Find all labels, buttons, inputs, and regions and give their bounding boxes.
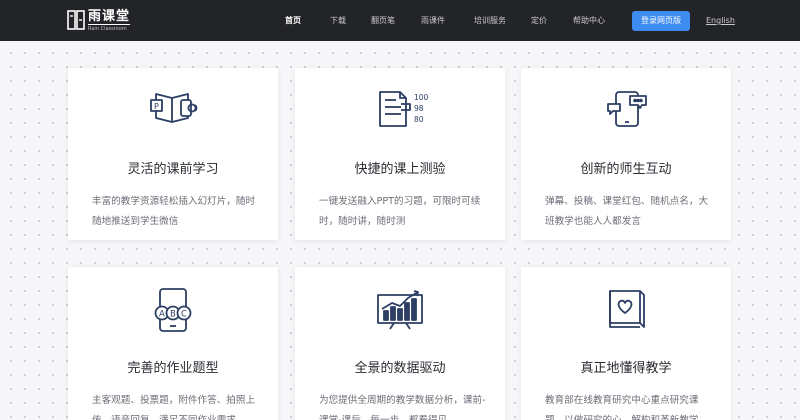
bar-chart-icon: [377, 290, 423, 330]
nav-help-center[interactable]: 帮助中心: [573, 15, 605, 27]
feature-card-in-class-quiz: 100 98 80 快捷的课上测验 一键发送融入PPT的习题，可限时可续时，随时…: [295, 68, 505, 240]
feature-title: 创新的师生互动: [580, 162, 672, 177]
quiz-document-icon: 100 98 80: [379, 91, 429, 127]
feature-card-pre-class: P 灵活的课前学习 丰富的教学资源轻松插入幻灯片，随时随地推送到学生微信: [68, 68, 278, 240]
feature-description: 一键发送融入PPT的习题，可限时可续时，随时讲，随时测: [319, 196, 481, 227]
feature-card-homework: A B C 完善的作业题型 主客观题、投票题，附件作答、拍照上传、语音回复，满足…: [68, 267, 278, 420]
phone-chat-icon: [607, 91, 647, 127]
nav-training-services[interactable]: 培训服务: [474, 15, 506, 27]
feature-title: 真正地懂得教学: [580, 361, 672, 376]
nav-clicker-pen[interactable]: 翻页笔: [371, 15, 395, 27]
feature-card-teaching: 真正地懂得教学 教育部在线教育研究中心重点研究课题，以做研究的心，解构和革新教学: [521, 267, 731, 420]
feature-description: 为您提供全周期的教学数据分析，课前-课堂-课后，每一步，都看得见: [319, 395, 486, 420]
feature-title: 灵活的课前学习: [127, 162, 219, 177]
heart-book-icon: [609, 290, 645, 328]
svg-text:A: A: [159, 310, 165, 320]
abc-choice-icon: A B C: [154, 288, 192, 332]
feature-description: 主客观题、投票题，附件作答、拍照上传、语音回复，满足不同作业需求: [92, 395, 256, 420]
nav-home[interactable]: 首页: [285, 15, 301, 27]
logo-wordmark: 雨课堂 Rain Classroom: [88, 9, 131, 33]
svg-text:P: P: [154, 102, 159, 111]
feature-title: 完善的作业题型: [127, 361, 219, 376]
feature-description: 弹幕、投稿、课堂红包、随机点名，大班教学也能人人都发言: [545, 196, 709, 227]
english-language-link[interactable]: English: [706, 15, 735, 27]
logo-mark-icon: [67, 10, 85, 30]
svg-text:C: C: [181, 310, 187, 320]
feature-card-data: 全景的数据驱动 为您提供全周期的教学数据分析，课前-课堂-课后，每一步，都看得见: [295, 267, 505, 420]
svg-text:80: 80: [414, 115, 424, 124]
feature-title: 快捷的课上测验: [354, 162, 446, 177]
svg-text:100: 100: [414, 93, 429, 102]
logo-english-text: Rain Classroom: [88, 24, 131, 33]
feature-card-interaction: 创新的师生互动 弹幕、投稿、课堂红包、随机点名，大班教学也能人人都发言: [521, 68, 731, 240]
nav-download[interactable]: 下载: [330, 15, 346, 27]
nav-pricing[interactable]: 定价: [531, 15, 547, 27]
rain-classroom-logo[interactable]: 雨课堂 Rain Classroom: [67, 9, 131, 33]
feature-description: 丰富的教学资源轻松插入幻灯片，随时随地推送到学生微信: [92, 196, 256, 227]
feature-description: 教育部在线教育研究中心重点研究课题，以做研究的心，解构和革新教学: [545, 395, 699, 420]
feature-title: 全景的数据驱动: [354, 361, 446, 376]
logo-chinese-text: 雨课堂: [88, 9, 131, 24]
book-slides-icon: P: [150, 93, 198, 123]
top-navigation-bar: 雨课堂 Rain Classroom 首页 下载 翻页笔 雨课件 培训服务 定价…: [0, 0, 800, 41]
svg-text:98: 98: [414, 104, 424, 113]
login-web-button[interactable]: 登录网页版: [632, 11, 690, 31]
svg-text:B: B: [170, 310, 176, 320]
nav-rain-courseware[interactable]: 雨课件: [421, 15, 445, 27]
